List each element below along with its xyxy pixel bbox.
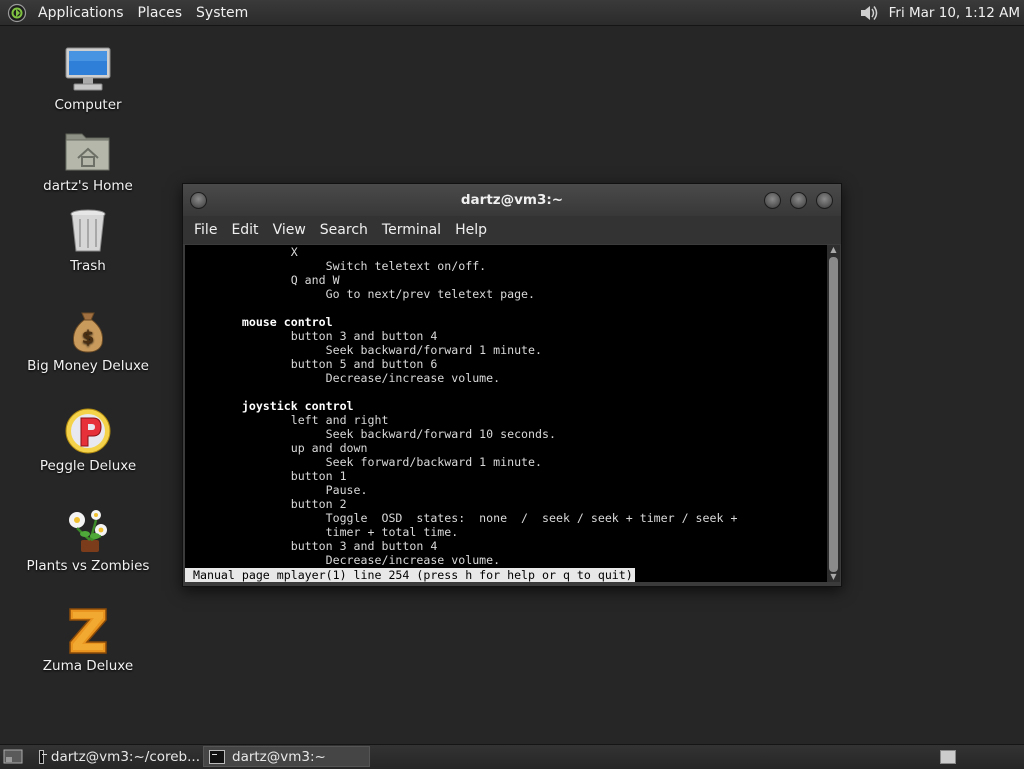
plants-icon [63, 506, 113, 556]
terminal-line: button 3 and button 4 [193, 329, 438, 343]
terminal-line: Decrease/increase volume. [193, 553, 501, 567]
desktop-icon-big-money[interactable]: $ Big Money Deluxe [13, 306, 163, 374]
svg-text:$: $ [82, 327, 95, 348]
taskbar-item[interactable]: dartz@vm3:~/coreb... [34, 746, 200, 767]
desktop-icon-zuma[interactable]: Zuma Deluxe [13, 606, 163, 674]
desktop-icon-label: Plants vs Zombies [26, 558, 150, 574]
system-tray: Fri Mar 10, 1:12 AM [859, 0, 1020, 25]
menu-view[interactable]: View [266, 222, 313, 238]
terminal-line: Pause. [193, 483, 368, 497]
computer-icon [63, 45, 113, 95]
system-menu[interactable]: System [189, 5, 255, 21]
trash-icon [63, 206, 113, 256]
desktop-icon-computer[interactable]: Computer [13, 45, 163, 113]
bottom-panel: dartz@vm3:~/coreb... dartz@vm3:~ [0, 744, 1024, 769]
clock[interactable]: Fri Mar 10, 1:12 AM [889, 5, 1020, 21]
money-bag-icon: $ [63, 306, 113, 356]
top-panel: Applications Places System Fri Mar 10, 1… [0, 0, 1024, 26]
terminal-line: timer + total time. [193, 525, 459, 539]
desktop-icon-peggle[interactable]: Peggle Deluxe [13, 406, 163, 474]
terminal-line: button 5 and button 6 [193, 357, 438, 371]
volume-icon[interactable] [859, 3, 881, 23]
home-folder-icon [63, 126, 113, 176]
desktop-icon-plants-vs-zombies[interactable]: Plants vs Zombies [13, 506, 163, 574]
scroll-down-arrow-icon[interactable]: ▼ [827, 572, 840, 582]
man-status-line: Manual page mplayer(1) line 254 (press h… [185, 568, 635, 582]
terminal-line: Seek forward/backward 1 minute. [193, 455, 543, 469]
desktop-icon-home[interactable]: dartz's Home [13, 126, 163, 194]
menu-terminal[interactable]: Terminal [375, 222, 448, 238]
terminal-line: button 1 [193, 469, 347, 483]
workspace-switcher[interactable] [940, 750, 956, 764]
menu-edit[interactable]: Edit [224, 222, 265, 238]
terminal-line: Q and W [193, 273, 340, 287]
maximize-button[interactable] [790, 192, 807, 209]
gnome-foot-icon[interactable] [7, 3, 27, 23]
window-title: dartz@vm3:~ [460, 192, 564, 208]
places-menu[interactable]: Places [131, 5, 190, 21]
desktop-icon-label: dartz's Home [43, 178, 133, 194]
taskbar-item-label: dartz@vm3:~ [232, 748, 326, 765]
menu-file[interactable]: File [187, 222, 224, 238]
taskbar-item-active[interactable]: dartz@vm3:~ [203, 746, 370, 767]
close-button[interactable] [816, 192, 833, 209]
desktop-icon-label: Trash [70, 258, 106, 274]
zuma-icon [63, 606, 113, 656]
terminal-line: up and down [193, 441, 368, 455]
window-menu-button[interactable] [190, 192, 207, 209]
show-desktop-icon[interactable] [3, 748, 23, 765]
terminal-line: button 2 [193, 497, 347, 511]
terminal-line: Decrease/increase volume. [193, 371, 501, 385]
terminal-line: mouse control [193, 315, 333, 329]
menu-search[interactable]: Search [313, 222, 375, 238]
terminal-icon [39, 749, 47, 764]
terminal-line: Switch teletext on/off. [193, 259, 487, 273]
terminal-window: dartz@vm3:~ File Edit View Search Termin… [182, 183, 842, 587]
applications-menu[interactable]: Applications [31, 5, 131, 21]
desktop-icon-trash[interactable]: Trash [13, 206, 163, 274]
desktop-icon-label: Big Money Deluxe [27, 358, 149, 374]
terminal-scrollbar[interactable]: ▲ ▼ [827, 245, 840, 582]
minimize-button[interactable] [764, 192, 781, 209]
terminal-line: Seek backward/forward 10 seconds. [193, 427, 556, 441]
terminal-line: joystick control [193, 399, 354, 413]
desktop-icon-label: Computer [54, 97, 122, 113]
terminal-line: left and right [193, 413, 389, 427]
menu-help[interactable]: Help [448, 222, 494, 238]
terminal-output[interactable]: X Switch teletext on/off. Q and W Go to … [185, 245, 827, 582]
peggle-icon [63, 406, 113, 456]
window-titlebar[interactable]: dartz@vm3:~ [183, 184, 841, 216]
terminal-line: X [193, 245, 298, 259]
terminal-text: X Switch teletext on/off. Q and W Go to … [185, 245, 827, 567]
scroll-thumb[interactable] [829, 257, 838, 572]
terminal-line: Go to next/prev teletext page. [193, 287, 536, 301]
terminal-icon [209, 749, 225, 764]
terminal-line: Toggle OSD states: none / seek / seek + … [193, 511, 738, 525]
scroll-up-arrow-icon[interactable]: ▲ [827, 245, 840, 255]
desktop-icon-label: Zuma Deluxe [42, 658, 134, 674]
desktop-icon-label: Peggle Deluxe [39, 458, 137, 474]
terminal-menubar: File Edit View Search Terminal Help [183, 216, 841, 244]
terminal-line: button 3 and button 4 [193, 539, 438, 553]
taskbar-item-label: dartz@vm3:~/coreb... [50, 748, 200, 765]
terminal-line: Seek backward/forward 1 minute. [193, 343, 543, 357]
